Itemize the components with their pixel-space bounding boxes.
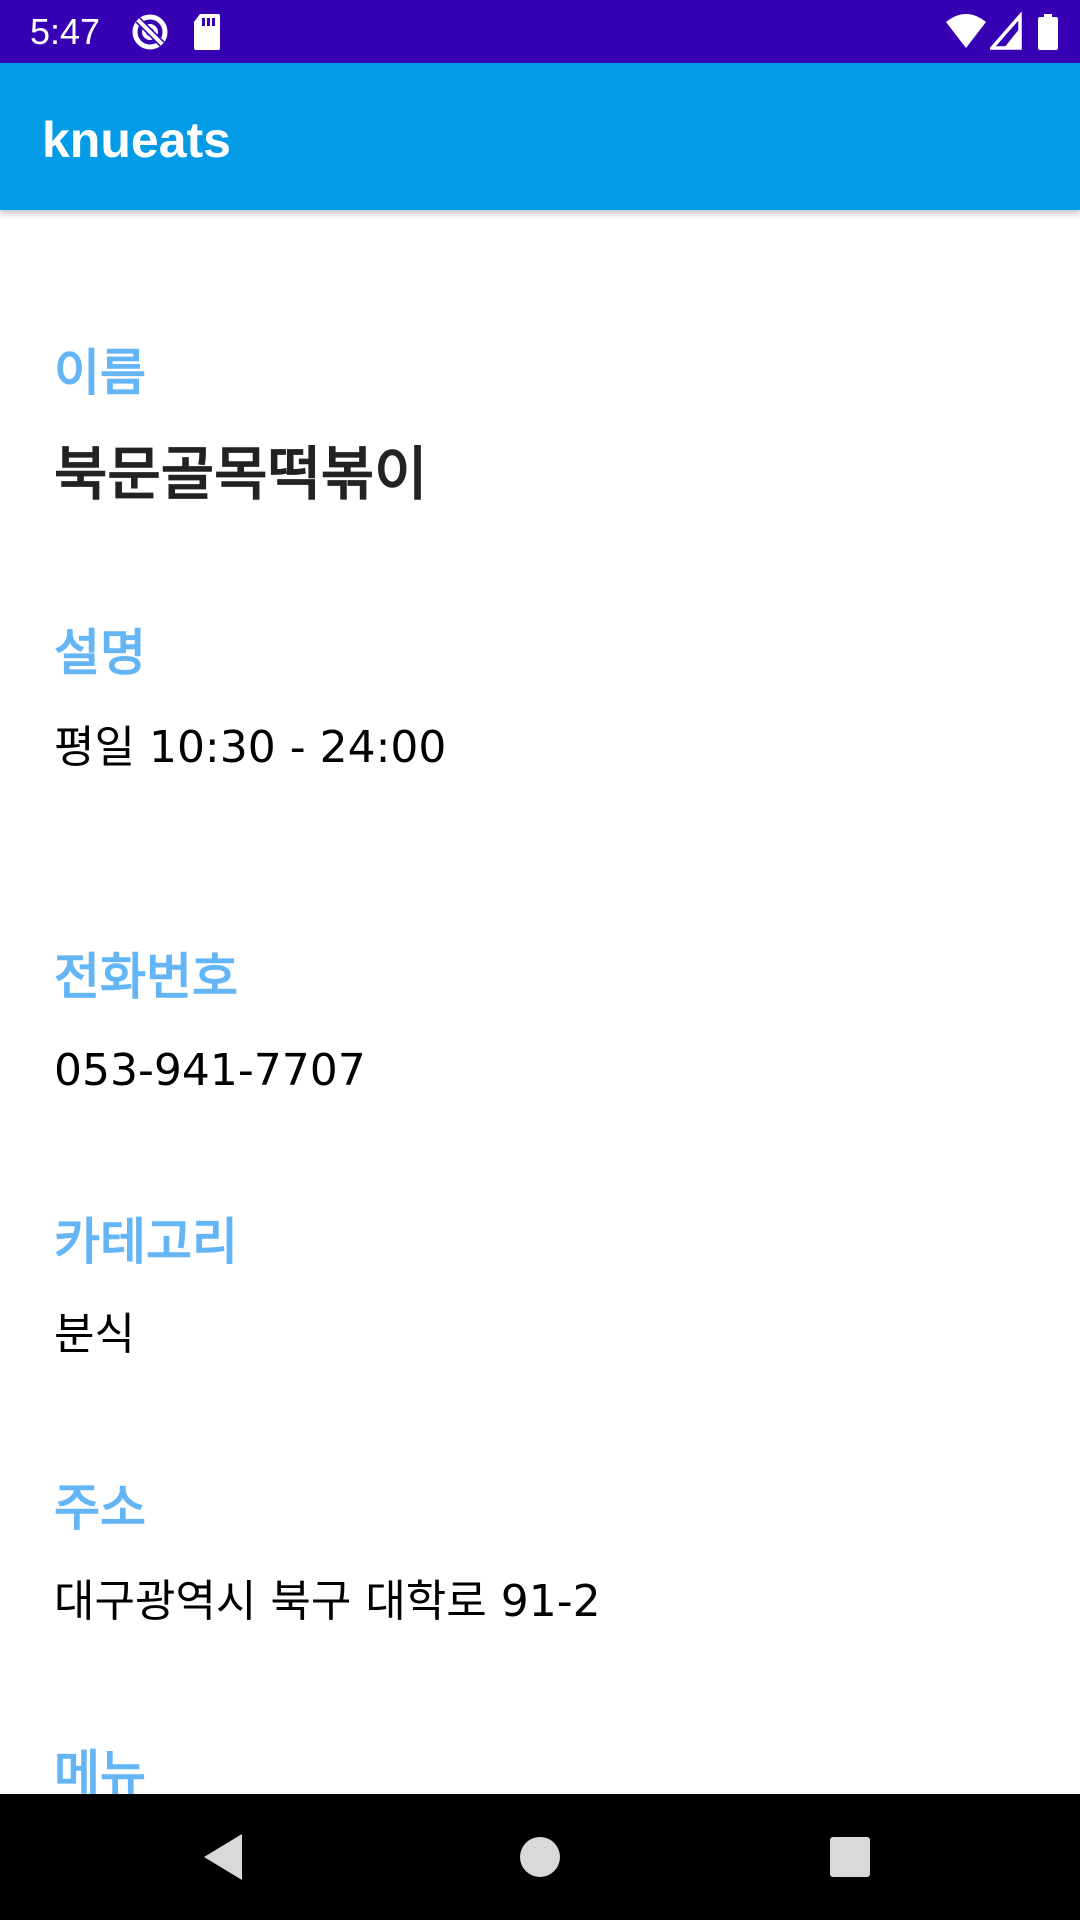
recents-icon[interactable] (815, 1822, 885, 1892)
navigation-bar (0, 1794, 1080, 1920)
address-value: 대구광역시 북구 대학로 91-2 (54, 1576, 601, 1627)
name-value: 북문골목떡볶이 (54, 440, 428, 508)
category-value: 분식 (54, 1309, 135, 1360)
home-icon[interactable] (505, 1822, 575, 1892)
phone-value: 053-941-7707 (54, 1045, 366, 1096)
wifi-icon (946, 14, 986, 48)
restaurant-detail[interactable]: 이름 북문골목떡볶이 설명 평일 10:30 - 24:00 전화번호 053-… (0, 210, 1080, 1794)
sync-disabled-icon (132, 14, 168, 50)
address-label: 주소 (54, 1479, 146, 1537)
app-bar: knueats (0, 63, 1080, 210)
phone-label: 전화번호 (54, 948, 238, 1006)
menu-label: 메뉴 (54, 1745, 146, 1794)
status-bar: 5:47 (0, 0, 1080, 63)
cell-signal-icon (990, 12, 1022, 50)
sd-card-icon (194, 14, 220, 50)
back-icon[interactable] (190, 1822, 260, 1892)
battery-icon (1038, 14, 1058, 50)
app-title: knueats (42, 112, 231, 168)
description-label: 설명 (54, 624, 146, 682)
category-label: 카테고리 (54, 1213, 238, 1271)
name-label: 이름 (54, 344, 146, 402)
description-value: 평일 10:30 - 24:00 (54, 722, 447, 773)
status-time: 5:47 (30, 11, 101, 52)
